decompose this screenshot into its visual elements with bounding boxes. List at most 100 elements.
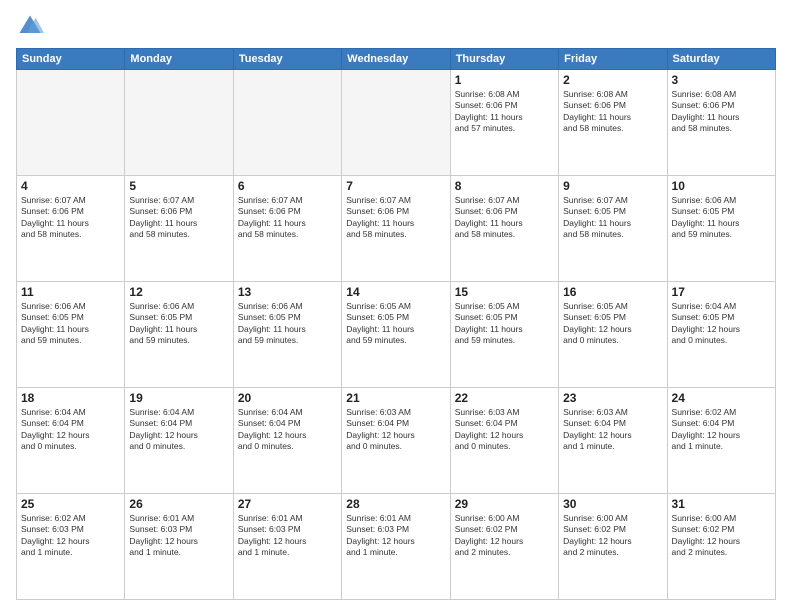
day-info: Sunrise: 6:04 AM Sunset: 6:04 PM Dayligh…: [129, 407, 228, 453]
day-info: Sunrise: 6:08 AM Sunset: 6:06 PM Dayligh…: [455, 89, 554, 135]
day-number: 27: [238, 497, 337, 511]
day-number: 22: [455, 391, 554, 405]
calendar-cell: 1 Sunrise: 6:08 AM Sunset: 6:06 PM Daylig…: [450, 70, 558, 176]
weekday-header-sunday: Sunday: [17, 49, 125, 70]
day-info: Sunrise: 6:06 AM Sunset: 6:05 PM Dayligh…: [21, 301, 120, 347]
calendar-cell: 26Sunrise: 6:01 AM Sunset: 6:03 PM Dayli…: [125, 494, 233, 600]
day-info: Sunrise: 6:05 AM Sunset: 6:05 PM Dayligh…: [455, 301, 554, 347]
day-info: Sunrise: 6:02 AM Sunset: 6:04 PM Dayligh…: [672, 407, 771, 453]
day-info: Sunrise: 6:07 AM Sunset: 6:06 PM Dayligh…: [21, 195, 120, 241]
day-info: Sunrise: 6:04 AM Sunset: 6:05 PM Dayligh…: [672, 301, 771, 347]
logo-icon: [16, 12, 44, 40]
weekday-header-saturday: Saturday: [667, 49, 775, 70]
day-info: Sunrise: 6:01 AM Sunset: 6:03 PM Dayligh…: [129, 513, 228, 559]
day-number: 19: [129, 391, 228, 405]
day-info: Sunrise: 6:07 AM Sunset: 6:06 PM Dayligh…: [346, 195, 445, 241]
calendar-cell: 15 Sunrise: 6:05 AM Sunset: 6:05 PM Dayli…: [450, 282, 558, 388]
calendar-cell: 6 Sunrise: 6:07 AM Sunset: 6:06 PM Daylig…: [233, 176, 341, 282]
day-info: Sunrise: 6:07 AM Sunset: 6:06 PM Dayligh…: [238, 195, 337, 241]
calendar-cell: 19 Sunrise: 6:04 AM Sunset: 6:04 PM Dayli…: [125, 388, 233, 494]
day-info: Sunrise: 6:04 AM Sunset: 6:04 PM Dayligh…: [238, 407, 337, 453]
logo: [16, 12, 48, 40]
day-info: Sunrise: 6:01 AM Sunset: 6:03 PM Dayligh…: [238, 513, 337, 559]
day-info: Sunrise: 6:00 AM Sunset: 6:02 PM Dayligh…: [672, 513, 771, 559]
day-number: 30: [563, 497, 662, 511]
day-number: 8: [455, 179, 554, 193]
calendar-cell: 3Sunrise: 6:08 AM Sunset: 6:06 PM Daylig…: [667, 70, 775, 176]
header: [16, 12, 776, 40]
day-info: Sunrise: 6:04 AM Sunset: 6:04 PM Dayligh…: [21, 407, 120, 453]
calendar-cell: [17, 70, 125, 176]
day-info: Sunrise: 6:07 AM Sunset: 6:06 PM Dayligh…: [129, 195, 228, 241]
day-number: 11: [21, 285, 120, 299]
calendar-cell: 4 Sunrise: 6:07 AM Sunset: 6:06 PM Daylig…: [17, 176, 125, 282]
day-number: 29: [455, 497, 554, 511]
calendar-cell: 25 Sunrise: 6:02 AM Sunset: 6:03 PM Dayli…: [17, 494, 125, 600]
calendar-cell: 14 Sunrise: 6:05 AM Sunset: 6:05 PM Dayli…: [342, 282, 450, 388]
calendar-cell: 20 Sunrise: 6:04 AM Sunset: 6:04 PM Dayli…: [233, 388, 341, 494]
calendar-cell: 30Sunrise: 6:00 AM Sunset: 6:02 PM Dayli…: [559, 494, 667, 600]
day-info: Sunrise: 6:06 AM Sunset: 6:05 PM Dayligh…: [238, 301, 337, 347]
calendar-cell: [125, 70, 233, 176]
day-number: 14: [346, 285, 445, 299]
calendar-cell: 27 Sunrise: 6:01 AM Sunset: 6:03 PM Dayli…: [233, 494, 341, 600]
day-number: 21: [346, 391, 445, 405]
calendar-cell: 11 Sunrise: 6:06 AM Sunset: 6:05 PM Dayli…: [17, 282, 125, 388]
day-info: Sunrise: 6:01 AM Sunset: 6:03 PM Dayligh…: [346, 513, 445, 559]
weekday-header-thursday: Thursday: [450, 49, 558, 70]
calendar-cell: 18 Sunrise: 6:04 AM Sunset: 6:04 PM Dayli…: [17, 388, 125, 494]
day-number: 3: [672, 73, 771, 87]
day-number: 13: [238, 285, 337, 299]
calendar-cell: 23 Sunrise: 6:03 AM Sunset: 6:04 PM Dayli…: [559, 388, 667, 494]
day-number: 9: [563, 179, 662, 193]
day-number: 31: [672, 497, 771, 511]
calendar-cell: 7Sunrise: 6:07 AM Sunset: 6:06 PM Daylig…: [342, 176, 450, 282]
day-number: 23: [563, 391, 662, 405]
calendar-week-3: 11 Sunrise: 6:06 AM Sunset: 6:05 PM Dayli…: [17, 282, 776, 388]
weekday-header-wednesday: Wednesday: [342, 49, 450, 70]
day-number: 2: [563, 73, 662, 87]
calendar-cell: 10 Sunrise: 6:06 AM Sunset: 6:05 PM Dayli…: [667, 176, 775, 282]
day-info: Sunrise: 6:05 AM Sunset: 6:05 PM Dayligh…: [346, 301, 445, 347]
day-info: Sunrise: 6:02 AM Sunset: 6:03 PM Dayligh…: [21, 513, 120, 559]
calendar-cell: 29 Sunrise: 6:00 AM Sunset: 6:02 PM Dayli…: [450, 494, 558, 600]
calendar-cell: 17 Sunrise: 6:04 AM Sunset: 6:05 PM Dayli…: [667, 282, 775, 388]
calendar-cell: 9 Sunrise: 6:07 AM Sunset: 6:05 PM Daylig…: [559, 176, 667, 282]
day-info: Sunrise: 6:05 AM Sunset: 6:05 PM Dayligh…: [563, 301, 662, 347]
day-number: 28: [346, 497, 445, 511]
calendar-cell: 24 Sunrise: 6:02 AM Sunset: 6:04 PM Dayli…: [667, 388, 775, 494]
calendar-week-4: 18 Sunrise: 6:04 AM Sunset: 6:04 PM Dayli…: [17, 388, 776, 494]
day-number: 17: [672, 285, 771, 299]
day-number: 25: [21, 497, 120, 511]
calendar-cell: 28 Sunrise: 6:01 AM Sunset: 6:03 PM Dayli…: [342, 494, 450, 600]
calendar-week-5: 25 Sunrise: 6:02 AM Sunset: 6:03 PM Dayli…: [17, 494, 776, 600]
calendar-week-1: 1 Sunrise: 6:08 AM Sunset: 6:06 PM Daylig…: [17, 70, 776, 176]
day-info: Sunrise: 6:08 AM Sunset: 6:06 PM Dayligh…: [563, 89, 662, 135]
weekday-header-friday: Friday: [559, 49, 667, 70]
day-number: 15: [455, 285, 554, 299]
day-number: 16: [563, 285, 662, 299]
day-info: Sunrise: 6:03 AM Sunset: 6:04 PM Dayligh…: [346, 407, 445, 453]
page: SundayMondayTuesdayWednesdayThursdayFrid…: [0, 0, 792, 612]
calendar-week-2: 4 Sunrise: 6:07 AM Sunset: 6:06 PM Daylig…: [17, 176, 776, 282]
day-number: 24: [672, 391, 771, 405]
calendar-cell: 8Sunrise: 6:07 AM Sunset: 6:06 PM Daylig…: [450, 176, 558, 282]
day-info: Sunrise: 6:06 AM Sunset: 6:05 PM Dayligh…: [672, 195, 771, 241]
calendar-cell: 13 Sunrise: 6:06 AM Sunset: 6:05 PM Dayli…: [233, 282, 341, 388]
day-number: 20: [238, 391, 337, 405]
day-info: Sunrise: 6:03 AM Sunset: 6:04 PM Dayligh…: [563, 407, 662, 453]
day-number: 4: [21, 179, 120, 193]
day-info: Sunrise: 6:07 AM Sunset: 6:05 PM Dayligh…: [563, 195, 662, 241]
day-info: Sunrise: 6:00 AM Sunset: 6:02 PM Dayligh…: [455, 513, 554, 559]
weekday-header-tuesday: Tuesday: [233, 49, 341, 70]
calendar-cell: 31 Sunrise: 6:00 AM Sunset: 6:02 PM Dayli…: [667, 494, 775, 600]
day-number: 1: [455, 73, 554, 87]
day-number: 6: [238, 179, 337, 193]
day-number: 10: [672, 179, 771, 193]
day-number: 12: [129, 285, 228, 299]
calendar-cell: [233, 70, 341, 176]
day-number: 18: [21, 391, 120, 405]
calendar-cell: 22Sunrise: 6:03 AM Sunset: 6:04 PM Dayli…: [450, 388, 558, 494]
calendar-cell: 21 Sunrise: 6:03 AM Sunset: 6:04 PM Dayli…: [342, 388, 450, 494]
day-number: 5: [129, 179, 228, 193]
